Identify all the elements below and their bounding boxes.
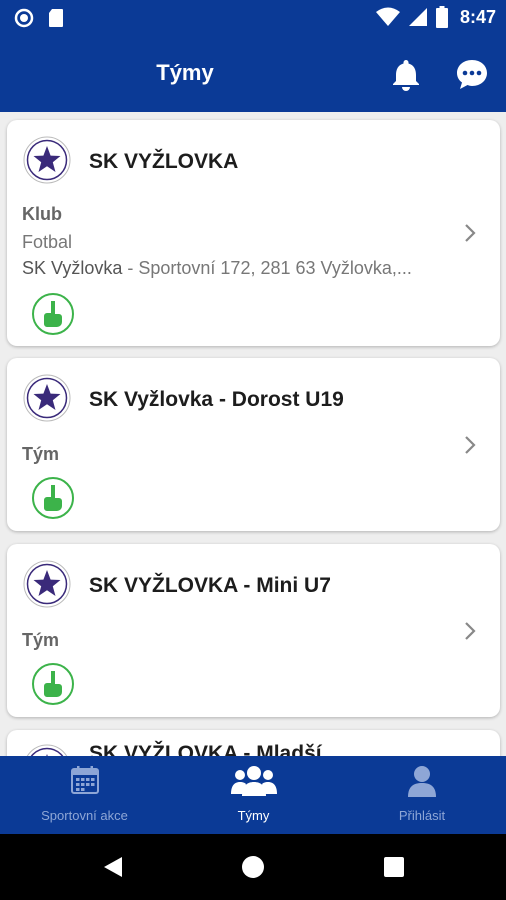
- app-bar: Týmy: [0, 36, 506, 112]
- card-club-name: SK Vyžlovka: [22, 258, 123, 278]
- team-icon: [230, 766, 277, 796]
- nav-label: Sportovní akce: [41, 808, 128, 823]
- nav-item-tymy[interactable]: Týmy: [169, 756, 338, 834]
- club-card[interactable]: SK VYŽLOVKA Klub Fotbal SK Vyžlovka - Sp…: [7, 120, 500, 346]
- bottom-nav: Sportovní akce Týmy Přihlásit: [0, 756, 506, 834]
- battery-icon: [435, 6, 448, 28]
- card-title: SK Vyžlovka - Dorost U19: [89, 388, 344, 411]
- card-sport: Fotbal: [22, 232, 73, 252]
- card-title: SK VYŽLOVKA: [89, 150, 239, 173]
- wifi-icon: [375, 7, 400, 26]
- back-icon[interactable]: [100, 854, 126, 880]
- team-card[interactable]: SK VYŽLOVKA - Mladší: [7, 730, 500, 756]
- card-title: SK VYŽLOVKA - Mladší: [89, 742, 322, 756]
- club-logo-icon: [23, 374, 71, 422]
- recents-icon[interactable]: [382, 855, 406, 879]
- foam-finger-icon: [32, 663, 74, 705]
- circle-status-icon: [14, 8, 34, 28]
- foam-finger-icon: [32, 477, 74, 519]
- club-logo-icon: [23, 136, 71, 184]
- card-address: SK Vyžlovka - Sportovní 172, 281 63 Vyžl…: [22, 258, 452, 279]
- chat-icon: [457, 60, 487, 89]
- card-type: Tým: [22, 444, 60, 464]
- notifications-button[interactable]: [386, 54, 426, 94]
- nav-label: Přihlásit: [398, 808, 446, 823]
- status-time: 8:47: [459, 6, 496, 27]
- status-bar: 8:47: [0, 0, 506, 36]
- home-icon[interactable]: [240, 854, 266, 880]
- nav-label: Týmy: [237, 808, 270, 823]
- chevron-right-icon: [465, 622, 476, 640]
- user-icon: [408, 766, 436, 797]
- foam-finger-icon: [32, 293, 74, 335]
- messages-button[interactable]: [452, 54, 492, 94]
- team-card[interactable]: SK Vyžlovka - Dorost U19 Tým: [7, 358, 500, 531]
- team-list: SK VYŽLOVKA Klub Fotbal SK Vyžlovka - Sp…: [0, 112, 506, 756]
- bell-icon: [393, 60, 419, 91]
- card-address-text: - Sportovní 172, 281 63 Vyžlovka,...: [122, 258, 412, 278]
- system-nav-bar: [0, 834, 506, 900]
- sd-card-icon: [49, 9, 63, 27]
- chevron-right-icon: [465, 224, 476, 242]
- card-title: SK VYŽLOVKA - Mini U7: [89, 574, 331, 597]
- card-type: Tým: [22, 630, 60, 650]
- nav-item-sportovni-akce[interactable]: Sportovní akce: [0, 756, 169, 834]
- club-logo-icon: [26, 744, 68, 756]
- chevron-right-icon: [465, 436, 476, 454]
- club-logo-icon: [23, 560, 71, 608]
- signal-icon: [408, 8, 427, 26]
- card-type: Klub: [22, 204, 62, 224]
- page-title: Týmy: [156, 60, 214, 85]
- team-card[interactable]: SK VYŽLOVKA - Mini U7 Tým: [7, 544, 500, 717]
- nav-item-prihlasit[interactable]: Přihlásit: [338, 756, 506, 834]
- calendar-icon: [70, 766, 99, 794]
